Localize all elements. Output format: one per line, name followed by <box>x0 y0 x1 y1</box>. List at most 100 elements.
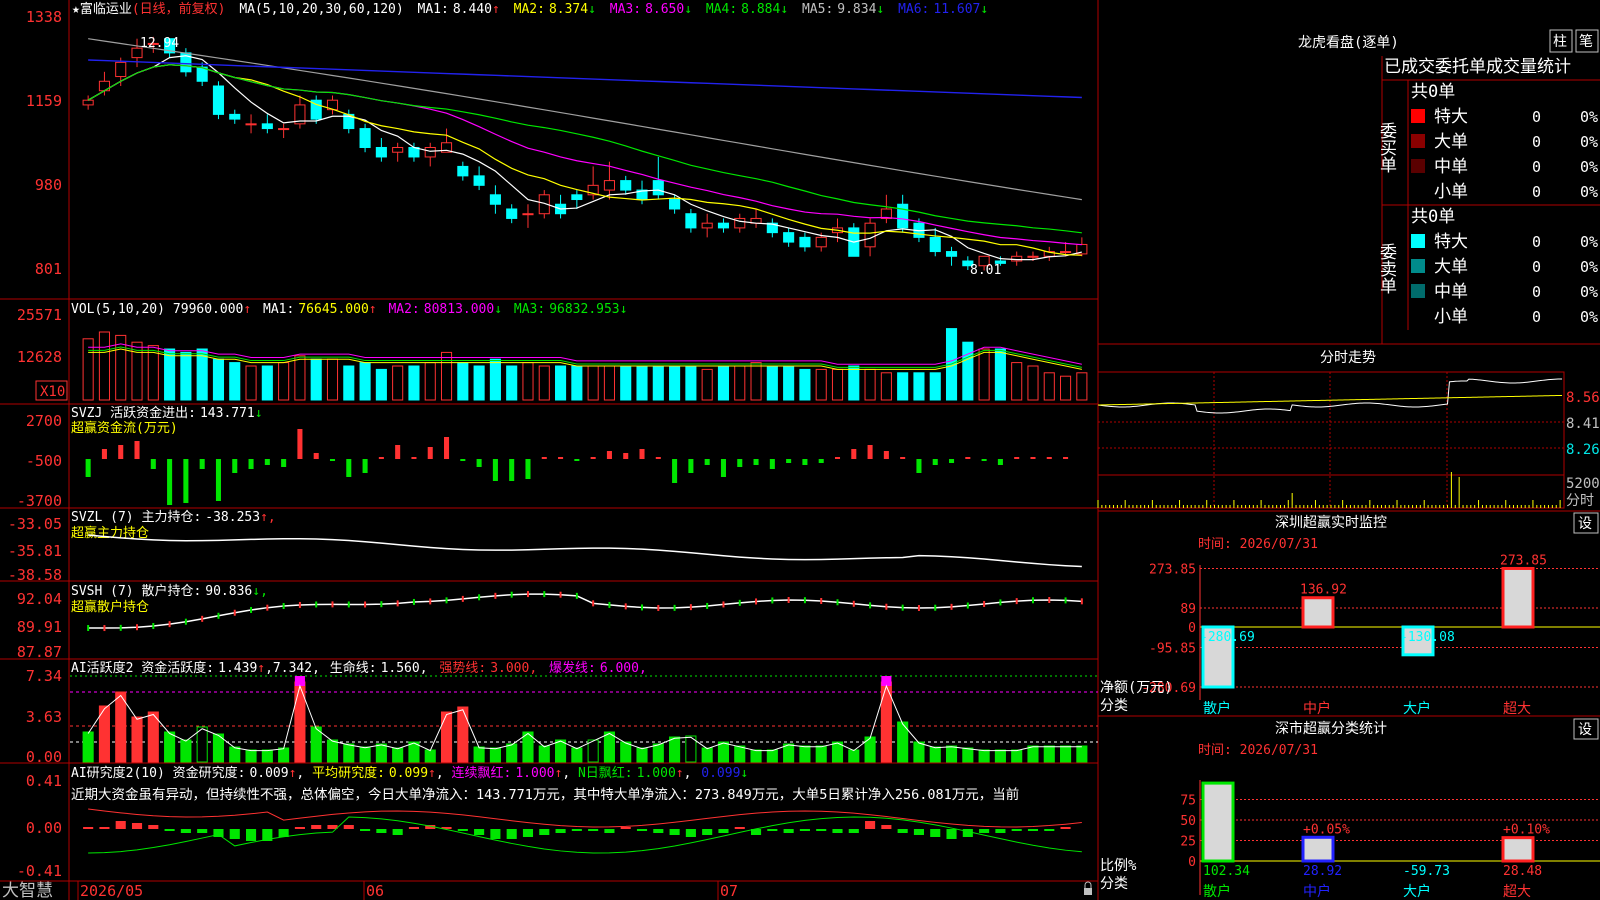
research-bar <box>588 829 599 831</box>
research-bar <box>1044 829 1055 831</box>
flow-bar <box>460 459 466 461</box>
volume-bar <box>392 365 404 401</box>
svg-text:8.26: 8.26 <box>1566 442 1600 458</box>
y-tick: 1338 <box>26 8 62 26</box>
candle-body <box>359 128 371 148</box>
candle-body <box>717 222 730 229</box>
volume-bar <box>587 365 599 401</box>
burst-cap <box>881 676 892 686</box>
volume-bar <box>864 368 876 401</box>
volume-bar <box>440 351 453 401</box>
activity-bar <box>603 731 615 763</box>
candlestick-series <box>82 36 1088 271</box>
row-pct: 0% <box>1580 133 1598 151</box>
flow-bar <box>183 459 189 503</box>
flow-bar <box>932 459 938 465</box>
svg-text:分类: 分类 <box>1100 698 1128 714</box>
flow-bar <box>313 453 319 459</box>
class-title: 深市超赢分类统计 <box>1275 720 1387 737</box>
svg-text:0.00: 0.00 <box>26 748 62 766</box>
flow-bar <box>1063 457 1069 459</box>
activity-bar <box>1060 745 1072 763</box>
volume-bar <box>848 365 860 401</box>
volume-bar <box>831 368 844 401</box>
y-tick: 1159 <box>26 92 62 110</box>
candle-body <box>815 236 827 248</box>
monitor-settings-button[interactable]: 设 <box>1573 512 1599 534</box>
bar-label: 散户 <box>1203 883 1231 900</box>
row-pct: 0% <box>1580 108 1598 126</box>
y-tick: 12628 <box>17 348 62 366</box>
svg-text:-500: -500 <box>26 452 62 470</box>
research-bar <box>457 829 468 831</box>
lock-icon[interactable] <box>1084 881 1092 895</box>
volume-bar <box>245 365 257 401</box>
volume-bar <box>98 331 110 401</box>
activity-bar <box>164 731 176 763</box>
volume-bar <box>685 365 697 401</box>
activity-bar <box>538 745 550 763</box>
candle-body <box>864 222 876 248</box>
class-settings-button[interactable]: 设 <box>1573 718 1599 740</box>
activity-line <box>87 684 1082 752</box>
y-tick: -95.85 <box>1149 641 1196 656</box>
svg-text:8.41: 8.41 <box>1566 416 1600 432</box>
class-bar <box>1201 781 1235 863</box>
stock-analysis-chart[interactable]: ★富临运业(日线，前复权) MA(5,10,20,30,60,120) MA1:… <box>0 0 1600 900</box>
research-bar <box>767 829 778 831</box>
svg-text:VOL(5,10,20)79960.000↑ MA1: VOL(5,10,20) 79960.000↑ MA1: 76645.000↑ MA… <box>71 302 627 317</box>
activity-bar <box>424 749 436 763</box>
commentary-text: 近期大资金虽有异动，但持续性不强，总体偏空，今日大单净流入：143.771万元，… <box>71 786 1019 803</box>
flow-bar <box>606 451 612 459</box>
bar-value: -130.08 <box>1400 630 1455 645</box>
flow-bar <box>134 441 140 459</box>
research-bar <box>197 829 208 833</box>
intraday-frame <box>1097 371 1565 509</box>
ma-line <box>88 59 1082 99</box>
activity-bar <box>180 739 192 763</box>
bar-value: 28.92 <box>1303 864 1342 879</box>
volume-bar <box>522 362 534 401</box>
flow-bar <box>558 457 564 459</box>
bi-button[interactable]: 笔 <box>1575 29 1599 53</box>
svg-text:笔: 笔 <box>1579 34 1593 50</box>
zhu-button[interactable]: 柱 <box>1549 29 1573 53</box>
y-tick: 801 <box>35 260 62 278</box>
flow-bar <box>655 457 661 459</box>
flow-bar <box>362 459 368 473</box>
activity-bar <box>359 746 371 763</box>
bar-value: -59.73 <box>1403 864 1450 879</box>
svg-text:2700: 2700 <box>26 412 62 430</box>
flow-bar <box>427 447 433 459</box>
flow-bar <box>492 459 498 481</box>
intraday-y-axis: 8.56 8.41 8.26 5200 分时 <box>1566 390 1600 509</box>
monitor-chart: 273.85890-95.85-280.69-280.69散户136.92中户-… <box>1141 553 1600 717</box>
row-pct: 0% <box>1580 258 1598 276</box>
flow-bar <box>101 449 107 459</box>
svg-text:净额(万元): 净额(万元) <box>1100 680 1173 696</box>
y-tick: 0 <box>1188 621 1196 636</box>
research-bar <box>164 829 175 831</box>
row-swatch <box>1411 159 1425 173</box>
vol-y-axis: 25571 12628 <box>17 306 62 366</box>
svg-text:-3700: -3700 <box>17 492 62 510</box>
research-bar <box>555 829 566 833</box>
activity-bar <box>1043 745 1055 763</box>
research-bar <box>376 829 387 833</box>
activity-bar <box>261 749 273 763</box>
candle-body <box>278 128 290 131</box>
flow-bar <box>590 457 596 459</box>
row-name: 中单 <box>1434 157 1468 177</box>
high-price-label: 12.94 <box>140 36 179 51</box>
research-bar <box>913 829 925 835</box>
flow-bar <box>737 459 743 467</box>
research-bar <box>539 829 550 835</box>
activity-bar <box>815 745 827 763</box>
activity-bar <box>489 747 501 763</box>
research-bar <box>408 827 420 829</box>
row-name: 小单 <box>1434 182 1468 202</box>
research-bar <box>343 825 354 829</box>
candle-body <box>1011 255 1023 262</box>
candle-body <box>1027 255 1039 258</box>
candle-body <box>685 213 697 229</box>
